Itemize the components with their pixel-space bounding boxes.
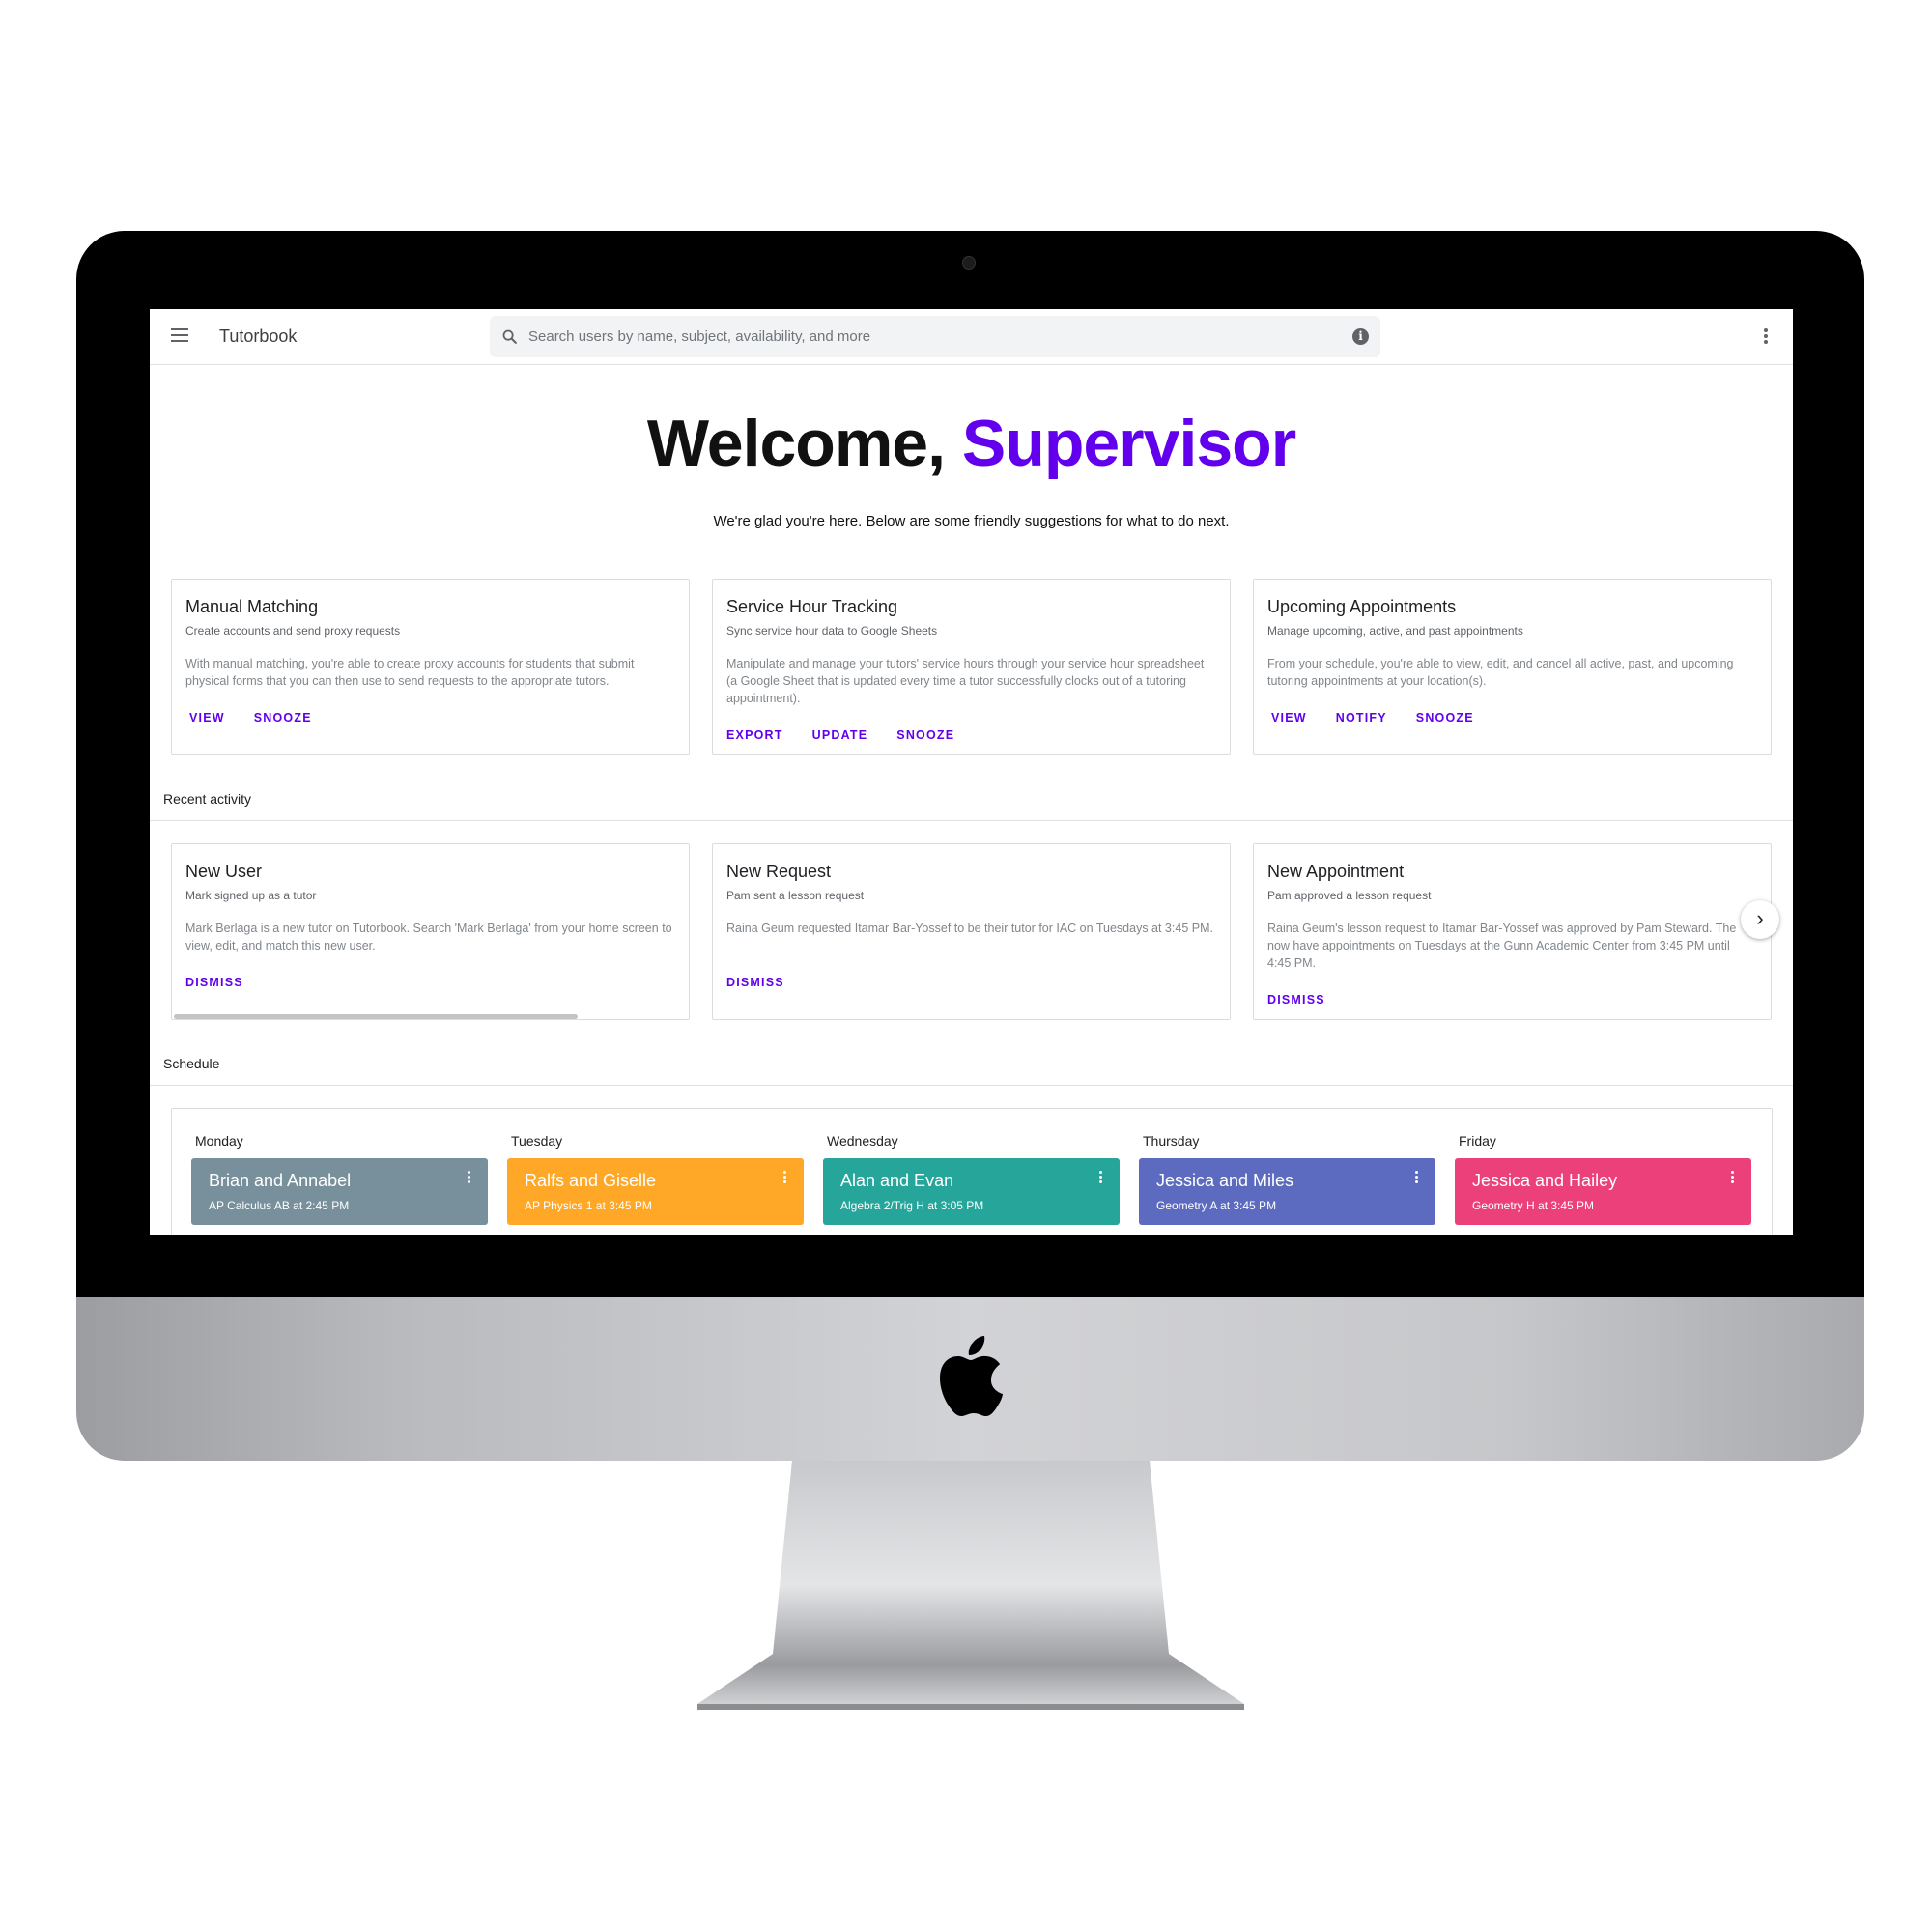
- card-body: From your schedule, you're able to view,…: [1267, 657, 1734, 688]
- activity-card-new-appointment: New Appointment Pam approved a lesson re…: [1253, 843, 1772, 1020]
- card-body: Mark Berlaga is a new tutor on Tutorbook…: [185, 922, 672, 952]
- section-divider: [150, 1085, 1793, 1086]
- card-actions: EXPORT UPDATE SNOOZE: [723, 726, 958, 744]
- appointment-title: Jessica and Miles: [1156, 1171, 1294, 1190]
- card-actions: DISMISS: [182, 974, 247, 991]
- recent-activity-label: Recent activity: [163, 791, 252, 807]
- chevron-right-icon[interactable]: ›: [1741, 900, 1779, 939]
- card-subtitle: Sync service hour data to Google Sheets: [726, 624, 938, 638]
- suggestion-card-manual-matching: Manual Matching Create accounts and send…: [171, 579, 690, 755]
- card-title: New Request: [726, 862, 832, 881]
- camera-icon: [962, 256, 976, 270]
- top-app-bar: Tutorbook i: [150, 309, 1793, 365]
- appointment-title: Ralfs and Giselle: [525, 1171, 657, 1190]
- suggestion-card-service-hours: Service Hour Tracking Sync service hour …: [712, 579, 1231, 755]
- view-button[interactable]: VIEW: [1267, 709, 1311, 726]
- more-vert-icon[interactable]: [468, 1171, 471, 1186]
- search-bar[interactable]: i: [490, 316, 1380, 357]
- snooze-button[interactable]: SNOOZE: [1412, 709, 1478, 726]
- card-title: New Appointment: [1267, 862, 1405, 881]
- appointment-card[interactable]: Jessica and Hailey Geometry H at 3:45 PM: [1455, 1158, 1751, 1225]
- card-subtitle: Manage upcoming, active, and past appoin…: [1267, 624, 1523, 638]
- appointment-card[interactable]: Brian and Annabel AP Calculus AB at 2:45…: [191, 1158, 488, 1225]
- app-screen: Tutorbook i Welcome, Supervisor We're gl…: [150, 309, 1793, 1235]
- card-actions: VIEW SNOOZE: [185, 709, 316, 726]
- appointment-subtitle: AP Physics 1 at 3:45 PM: [525, 1199, 652, 1212]
- appointment-card[interactable]: Ralfs and Giselle AP Physics 1 at 3:45 P…: [507, 1158, 804, 1225]
- card-body: With manual matching, you're able to cre…: [185, 657, 635, 688]
- dismiss-button[interactable]: DISMISS: [1264, 991, 1329, 1009]
- welcome-name: Supervisor: [961, 407, 1296, 480]
- dismiss-button[interactable]: DISMISS: [182, 974, 247, 991]
- card-actions: DISMISS: [1264, 991, 1329, 1009]
- dismiss-button[interactable]: DISMISS: [723, 974, 788, 991]
- day-label-thursday: Thursday: [1143, 1133, 1200, 1149]
- export-button[interactable]: EXPORT: [723, 726, 787, 744]
- day-label-tuesday: Tuesday: [511, 1133, 563, 1149]
- appointment-title: Brian and Annabel: [209, 1171, 352, 1190]
- appointment-title: Jessica and Hailey: [1472, 1171, 1618, 1190]
- appointment-subtitle: AP Calculus AB at 2:45 PM: [209, 1199, 350, 1212]
- menu-icon[interactable]: [171, 328, 188, 342]
- card-body: Raina Geum requested Itamar Bar-Yossef t…: [726, 922, 1213, 935]
- snooze-button[interactable]: SNOOZE: [893, 726, 958, 744]
- card-subtitle: Mark signed up as a tutor: [185, 889, 317, 902]
- welcome-subtitle: We're glad you're here. Below are some f…: [713, 513, 1230, 529]
- schedule-panel: Monday Brian and Annabel AP Calculus AB …: [171, 1108, 1773, 1235]
- snooze-button[interactable]: SNOOZE: [250, 709, 316, 726]
- appointment-title: Alan and Evan: [840, 1171, 954, 1190]
- more-vert-icon[interactable]: [783, 1171, 787, 1186]
- card-body: Raina Geum's lesson request to Itamar Ba…: [1267, 922, 1737, 970]
- appointment-card[interactable]: Alan and Evan Algebra 2/Trig H at 3:05 P…: [823, 1158, 1120, 1225]
- welcome-heading: Welcome, Supervisor: [150, 406, 1793, 481]
- notify-button[interactable]: NOTIFY: [1332, 709, 1391, 726]
- search-input[interactable]: [528, 316, 1330, 357]
- horizontal-scrollbar[interactable]: [174, 1014, 578, 1019]
- activity-card-new-request: New Request Pam sent a lesson request Ra…: [712, 843, 1231, 1020]
- imac-stand: [697, 1461, 1244, 1710]
- update-button[interactable]: UPDATE: [809, 726, 872, 744]
- card-actions: VIEW NOTIFY SNOOZE: [1267, 709, 1478, 726]
- card-title: Manual Matching: [185, 597, 319, 616]
- app-title: Tutorbook: [219, 327, 298, 346]
- more-vert-icon[interactable]: [1764, 328, 1768, 346]
- card-actions: DISMISS: [723, 974, 788, 991]
- section-divider: [150, 820, 1793, 821]
- activity-card-new-user: New User Mark signed up as a tutor Mark …: [171, 843, 690, 1020]
- more-vert-icon[interactable]: [1099, 1171, 1103, 1186]
- suggestion-card-upcoming-appointments: Upcoming Appointments Manage upcoming, a…: [1253, 579, 1772, 755]
- card-subtitle: Pam sent a lesson request: [726, 889, 865, 902]
- appointment-card[interactable]: Jessica and Miles Geometry A at 3:45 PM: [1139, 1158, 1435, 1225]
- card-subtitle: Create accounts and send proxy requests: [185, 624, 401, 638]
- view-button[interactable]: VIEW: [185, 709, 229, 726]
- apple-logo-icon: [940, 1336, 1003, 1416]
- appointment-subtitle: Geometry H at 3:45 PM: [1472, 1199, 1595, 1212]
- appointment-subtitle: Algebra 2/Trig H at 3:05 PM: [840, 1199, 984, 1212]
- day-label-monday: Monday: [195, 1133, 243, 1149]
- more-vert-icon[interactable]: [1415, 1171, 1419, 1186]
- day-label-wednesday: Wednesday: [827, 1133, 898, 1149]
- more-vert-icon[interactable]: [1731, 1171, 1735, 1186]
- card-subtitle: Pam approved a lesson request: [1267, 889, 1432, 902]
- welcome-prefix: Welcome,: [646, 407, 962, 480]
- info-icon[interactable]: i: [1352, 328, 1369, 345]
- card-body: Manipulate and manage your tutors' servi…: [726, 657, 1205, 705]
- search-icon: [502, 329, 517, 344]
- day-label-friday: Friday: [1459, 1133, 1496, 1149]
- card-title: New User: [185, 862, 263, 881]
- schedule-label: Schedule: [163, 1056, 220, 1071]
- appointment-subtitle: Geometry A at 3:45 PM: [1156, 1199, 1277, 1212]
- card-title: Service Hour Tracking: [726, 597, 898, 616]
- card-title: Upcoming Appointments: [1267, 597, 1457, 616]
